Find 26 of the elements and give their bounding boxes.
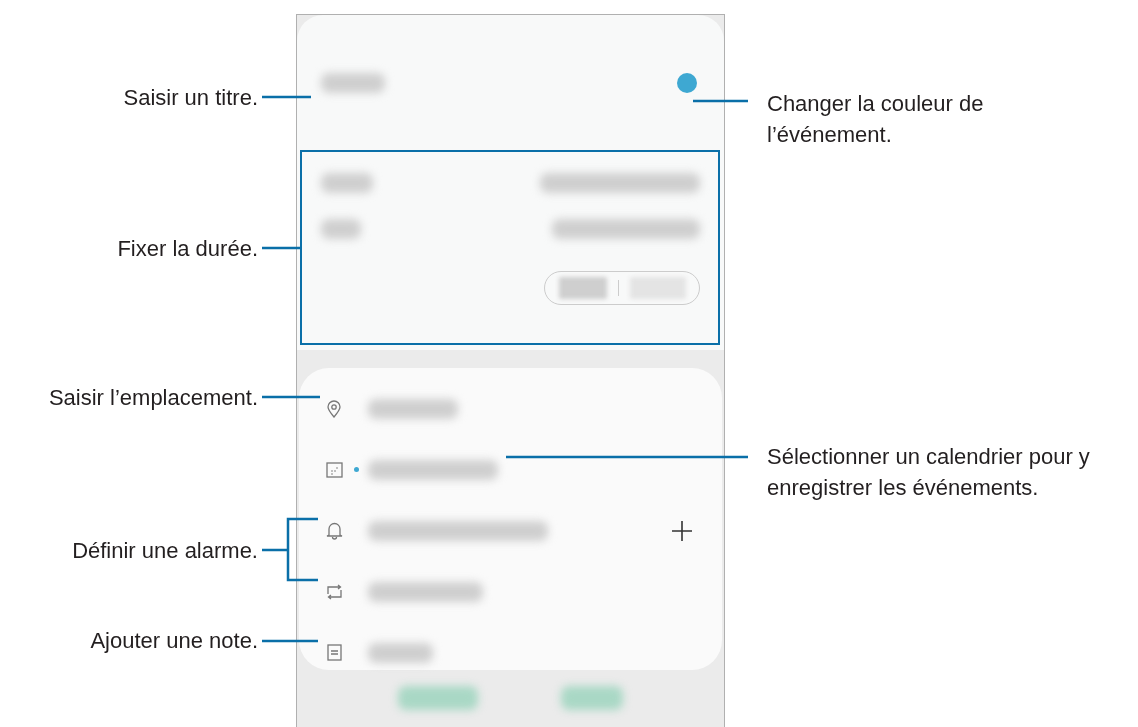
repeat-icon[interactable]	[324, 582, 344, 601]
location-pin-icon[interactable]	[326, 399, 342, 418]
color-dot[interactable]	[677, 73, 697, 93]
callout-label: Changer la couleur de l’événement.	[767, 90, 985, 149]
note-icon[interactable]	[326, 644, 342, 661]
callout-label: Ajouter une note.	[90, 627, 258, 655]
add-icon[interactable]	[671, 519, 693, 542]
calendar-color-dot	[354, 467, 359, 472]
leader-line	[693, 99, 748, 103]
blurred-text	[321, 73, 385, 93]
leader-line	[262, 95, 311, 99]
calendar-icon[interactable]	[325, 461, 343, 478]
callout-label: Saisir l’emplacement.	[48, 384, 258, 412]
leader-line	[262, 395, 320, 399]
blurred-text	[368, 642, 433, 663]
leader-line	[262, 246, 300, 250]
leader-line	[260, 517, 320, 582]
callout-label: Saisir un titre.	[123, 84, 258, 112]
blurred-text	[321, 219, 361, 239]
bell-icon[interactable]	[325, 521, 343, 540]
blurred-text	[558, 277, 607, 299]
leader-line	[262, 639, 318, 643]
blurred-text	[321, 173, 373, 193]
callout-label: Définir une alarme.	[72, 537, 258, 565]
callout-label: Sélectionner un calendrier pour y enregistrer les événements.	[767, 443, 1091, 502]
callout-label: Fixer la durée.	[117, 235, 258, 263]
